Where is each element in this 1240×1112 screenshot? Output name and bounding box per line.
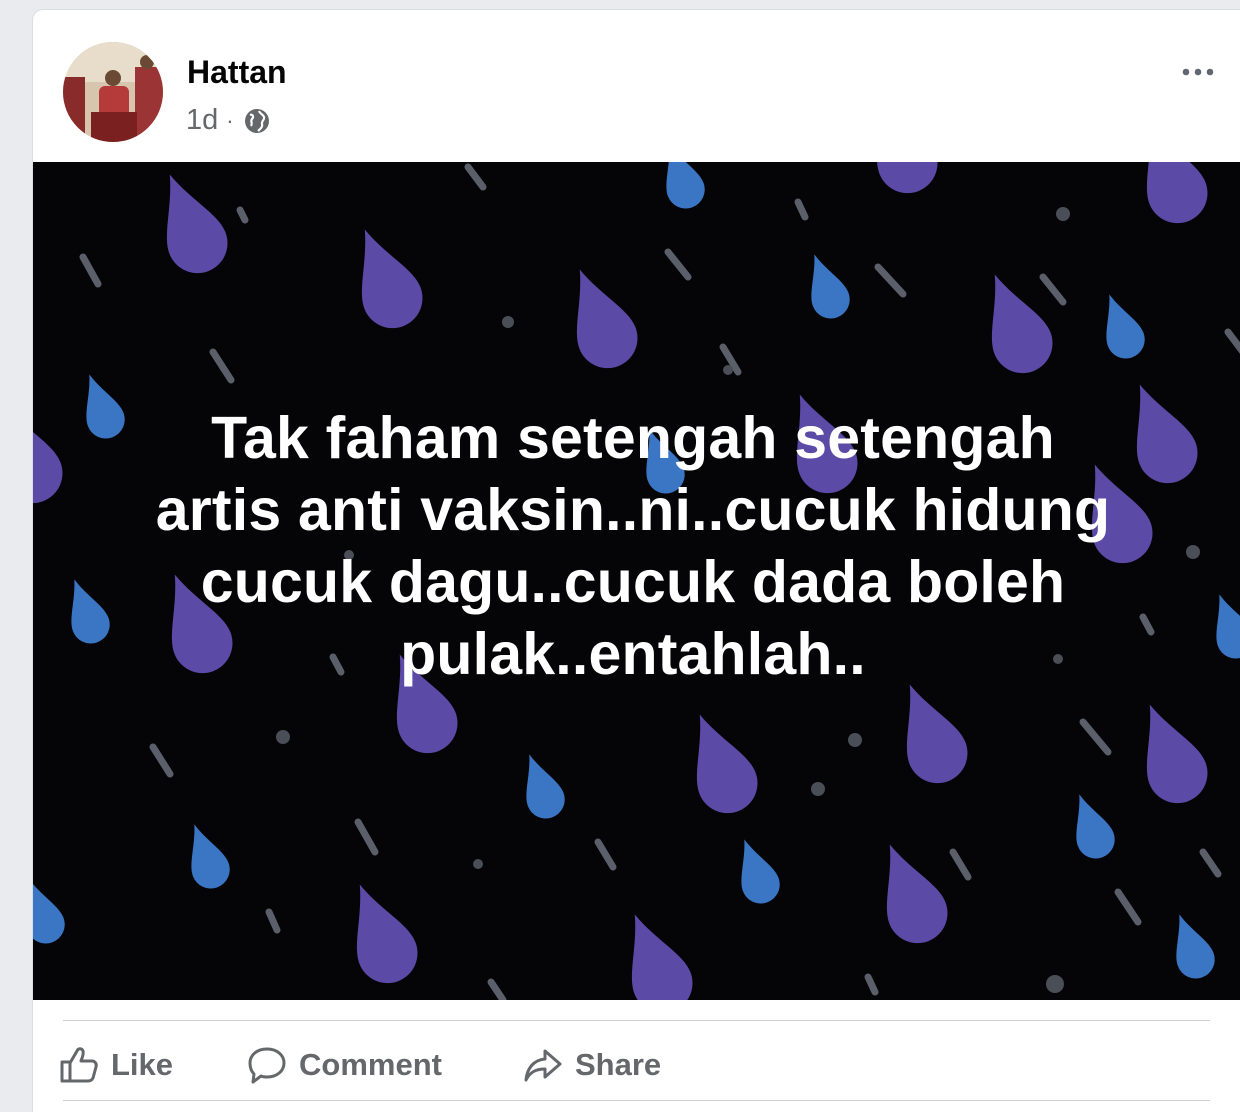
author-avatar[interactable]: [63, 42, 163, 142]
share-button[interactable]: Share: [523, 1040, 661, 1090]
post-meta: 1d ·: [186, 104, 272, 137]
globe-icon[interactable]: [242, 106, 272, 136]
post-time[interactable]: 1d: [186, 104, 218, 137]
avatar-photo: [63, 42, 163, 142]
comment-button[interactable]: Comment: [247, 1040, 442, 1090]
share-icon: [524, 1049, 562, 1082]
meta-separator: ·: [226, 107, 234, 133]
post-text-line: cucuk dagu..cucuk dada boleh: [200, 549, 1066, 615]
comment-label: Comment: [299, 1047, 442, 1082]
like-label: Like: [111, 1047, 174, 1082]
post-actions: Like Comment Share: [33, 1032, 1240, 1098]
like-icon: [60, 1047, 98, 1083]
post-image[interactable]: Tak faham setengah setengah artis anti v…: [33, 162, 1240, 1000]
share-label: Share: [575, 1047, 662, 1082]
author-name[interactable]: Hattan: [187, 54, 287, 91]
like-button[interactable]: Like: [59, 1040, 173, 1090]
post-text-line: pulak..entahlah..: [400, 621, 866, 687]
post-text: Tak faham setengah setengah artis anti v…: [103, 402, 1163, 690]
post-text-line: artis anti vaksin..ni..cucuk hidung: [155, 477, 1111, 543]
comment-icon: [248, 1047, 286, 1084]
actions-divider-top: [63, 1020, 1210, 1021]
actions-divider-bottom: [63, 1100, 1210, 1101]
post-header: Hattan 1d ·: [33, 10, 1240, 162]
post-text-line: Tak faham setengah setengah: [211, 405, 1055, 471]
post-card: Hattan 1d · Tak faham setengah setengah …: [33, 10, 1240, 1112]
more-options-icon[interactable]: [1178, 62, 1218, 82]
